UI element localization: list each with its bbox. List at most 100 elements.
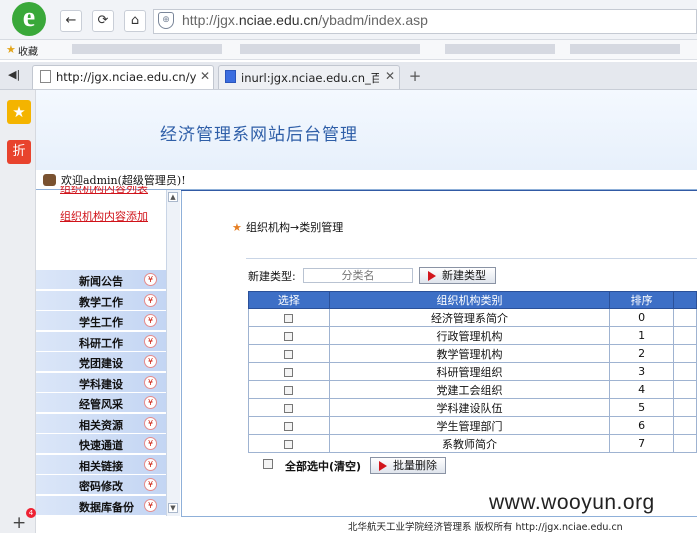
menu-item[interactable]: 相关资源 ¥ <box>36 413 166 434</box>
new-type-input[interactable] <box>303 268 413 283</box>
extra-cell <box>673 344 697 363</box>
close-icon[interactable]: ✕ <box>385 69 395 83</box>
chevron-down-icon[interactable]: ¥ <box>144 478 157 491</box>
table-row: 学科建设队伍 5 <box>248 398 697 417</box>
category-name-cell: 科研管理组织 <box>328 362 611 381</box>
discount-button[interactable]: 折 <box>7 140 31 164</box>
chevron-down-icon[interactable]: ¥ <box>144 314 157 327</box>
address-url[interactable]: http://jgx.nciae.edu.cn/ybadm/index.asp <box>182 12 428 28</box>
table-row: 党建工会组织 4 <box>248 380 697 399</box>
chevron-down-icon[interactable]: ¥ <box>144 437 157 450</box>
menu-item[interactable]: 经管风采 ¥ <box>36 393 166 413</box>
menu-item-label: 相关资源 <box>79 418 123 432</box>
menu-link-org-list[interactable]: 组织机构内容列表 <box>60 186 148 196</box>
row-select-cell <box>248 326 330 345</box>
chevron-down-icon[interactable]: ¥ <box>144 396 157 409</box>
order-cell: 0 <box>609 308 675 327</box>
close-icon[interactable]: ✕ <box>200 69 210 83</box>
extra-cell <box>673 398 697 417</box>
add-plus-icon[interactable]: + <box>12 513 26 533</box>
table-row: 教学管理机构 2 <box>248 344 697 363</box>
order-cell: 7 <box>609 434 675 453</box>
menu-item-label: 学生工作 <box>79 316 123 329</box>
menu-item[interactable]: 学生工作 ¥ <box>36 311 166 331</box>
new-type-button[interactable]: 新建类型 <box>419 267 496 284</box>
menu-item-label: 科研工作 <box>79 336 123 350</box>
column-header-category: 组织机构类别 <box>328 291 611 309</box>
batch-delete-button[interactable]: 批量删除 <box>370 457 446 474</box>
scroll-down-arrow-icon[interactable]: ▼ <box>168 503 178 513</box>
table-row: 学生管理部门 6 <box>248 416 697 435</box>
menu-item[interactable]: 新闻公告 ¥ <box>36 270 166 290</box>
scroll-up-arrow-icon[interactable]: ▲ <box>168 192 178 202</box>
menu-item[interactable]: 密码修改 ¥ <box>36 475 166 495</box>
menu-item[interactable]: 教学工作 ¥ <box>36 290 166 311</box>
browser-logo-icon: e <box>12 2 46 36</box>
menu-item[interactable]: 数据库备份 ¥ <box>36 495 166 516</box>
menu-item[interactable]: 学科建设 ¥ <box>36 372 166 393</box>
row-checkbox[interactable] <box>284 349 294 359</box>
page-header <box>36 90 697 170</box>
select-all-checkbox[interactable] <box>263 459 273 469</box>
content-divider <box>181 190 697 191</box>
menu-item-label: 密码修改 <box>79 480 123 493</box>
chevron-down-icon[interactable]: ¥ <box>144 293 157 307</box>
menu-link-org-add[interactable]: 组织机构内容添加 <box>60 208 148 224</box>
new-tab-plus-icon[interactable]: + <box>404 67 426 87</box>
row-checkbox[interactable] <box>284 403 294 413</box>
row-select-cell <box>248 362 330 381</box>
chevron-down-icon[interactable]: ¥ <box>144 457 157 471</box>
chevron-down-icon[interactable]: ¥ <box>144 375 157 389</box>
menu-scrollbar[interactable] <box>166 190 180 516</box>
baidu-icon <box>225 70 236 83</box>
row-checkbox[interactable] <box>284 385 294 395</box>
tab-label: http://jgx.nciae.edu.cn/ybad <box>56 70 196 84</box>
chevron-down-icon[interactable]: ¥ <box>144 498 157 512</box>
row-checkbox[interactable] <box>284 439 294 449</box>
back-arrow-icon[interactable]: ← <box>60 10 82 32</box>
chevron-down-icon[interactable]: ¥ <box>144 416 157 430</box>
chevron-down-icon[interactable]: ¥ <box>144 334 157 348</box>
order-cell: 5 <box>609 398 675 417</box>
section-title: 组织机构→类别管理 <box>246 221 344 234</box>
table-header-row: 选择 组织机构类别 排序 <box>248 291 697 309</box>
category-name-cell: 经济管理系简介 <box>328 308 611 327</box>
chevron-down-icon[interactable]: ¥ <box>144 355 157 368</box>
order-cell: 4 <box>609 380 675 399</box>
menu-item[interactable]: 快速通道 ¥ <box>36 434 166 454</box>
menu-item-label: 学科建设 <box>79 377 123 391</box>
url-prefix: http://jgx. <box>182 12 239 28</box>
menu-item-label: 经管风采 <box>79 398 123 411</box>
security-shield-icon[interactable]: ⊕ <box>158 12 174 29</box>
category-table: 选择 组织机构类别 排序 经济管理系简介 0 行政管理机构 1 教学管理机构 2 科研管理组… <box>248 291 697 453</box>
home-icon[interactable]: ⌂ <box>124 10 146 32</box>
row-checkbox[interactable] <box>284 313 294 323</box>
menu-item-label: 新闻公告 <box>79 275 123 288</box>
section-star-icon: ★ <box>232 221 242 234</box>
url-domain: nciae.edu.cn <box>238 12 319 28</box>
menu-item[interactable]: 科研工作 ¥ <box>36 331 166 352</box>
blurred-bookmarks <box>240 44 420 54</box>
divider <box>246 258 697 259</box>
left-menu: 新闻公告 ¥ 教学工作 ¥ 学生工作 ¥ 科研工作 ¥ 党团建设 ¥ 学科建设 ¥ 经管风采 ¥ 相关资源 ¥… <box>36 270 166 516</box>
table-body: 经济管理系简介 0 行政管理机构 1 教学管理机构 2 科研管理组织 3 党建工会组织 4 学科建设… <box>248 308 697 453</box>
column-header-select: 选择 <box>248 291 330 309</box>
blurred-bookmarks <box>445 44 555 54</box>
order-cell: 1 <box>609 326 675 345</box>
menu-item-label: 相关链接 <box>79 459 123 473</box>
tab-list-icon[interactable]: ◀| <box>8 68 20 81</box>
favorites-star-icon[interactable]: ★ <box>7 100 31 124</box>
refresh-icon[interactable]: ⟳ <box>92 10 114 32</box>
menu-item[interactable]: 相关链接 ¥ <box>36 454 166 475</box>
menu-item-label: 快速通道 <box>79 439 123 452</box>
row-checkbox[interactable] <box>284 331 294 341</box>
row-checkbox[interactable] <box>284 367 294 377</box>
favorites-label[interactable]: 收藏 <box>18 43 38 58</box>
page-icon <box>40 70 51 83</box>
category-name-cell: 学科建设队伍 <box>328 398 611 417</box>
row-checkbox[interactable] <box>284 421 294 431</box>
select-all-label[interactable]: 全部选中(清空) <box>285 458 361 474</box>
chevron-down-icon[interactable]: ¥ <box>144 273 157 286</box>
menu-item[interactable]: 党团建设 ¥ <box>36 352 166 372</box>
category-name-cell: 行政管理机构 <box>328 326 611 345</box>
